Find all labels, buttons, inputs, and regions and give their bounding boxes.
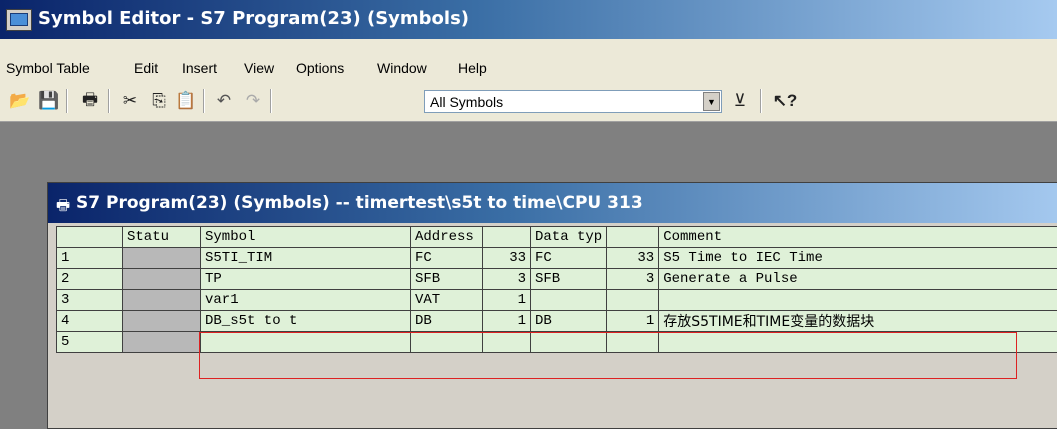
menu-view[interactable]: View xyxy=(244,60,274,76)
menu-options[interactable]: Options xyxy=(296,60,344,76)
printer-table-icon: 🖶 xyxy=(56,195,70,220)
toolbar-separator xyxy=(66,89,68,113)
address-cell[interactable]: DB xyxy=(411,311,483,332)
data-type-number-cell[interactable]: 3 xyxy=(607,269,659,290)
undo-icon[interactable]: ↶ xyxy=(213,90,235,112)
header-address[interactable]: Address xyxy=(411,227,483,248)
title-bar: Symbol Editor - S7 Program(23) (Symbols) xyxy=(0,0,1057,39)
help-icon[interactable]: ↖? xyxy=(774,90,796,112)
cut-icon[interactable]: ✂ xyxy=(119,90,141,112)
header-comment[interactable]: Comment xyxy=(659,227,1057,248)
header-address-number xyxy=(483,227,531,248)
print-icon[interactable]: 🖶 xyxy=(79,90,101,112)
row-number[interactable]: 5 xyxy=(57,332,123,353)
menu-edit[interactable]: Edit xyxy=(134,60,158,76)
child-title-bar: 🖶 S7 Program(23) (Symbols) -- timertest\… xyxy=(48,183,1057,223)
status-cell[interactable] xyxy=(123,332,201,353)
menu-insert[interactable]: Insert xyxy=(182,60,217,76)
data-type-number-cell[interactable] xyxy=(607,290,659,311)
header-data-type[interactable]: Data typ xyxy=(531,227,607,248)
data-type-cell[interactable]: SFB xyxy=(531,269,607,290)
status-cell[interactable] xyxy=(123,290,201,311)
address-number-cell[interactable]: 3 xyxy=(483,269,531,290)
toolbar-separator xyxy=(270,89,272,113)
row-number[interactable]: 2 xyxy=(57,269,123,290)
toolbar-separator xyxy=(760,89,762,113)
header-data-type-number xyxy=(607,227,659,248)
toolbar-separator xyxy=(203,89,205,113)
menu-symbol-table[interactable]: Symbol Table xyxy=(6,60,90,76)
header-symbol[interactable]: Symbol xyxy=(201,227,411,248)
window-title: Symbol Editor - S7 Program(23) (Symbols) xyxy=(38,8,469,29)
symbol-cell[interactable]: S5TI_TIM xyxy=(201,248,411,269)
data-type-cell[interactable] xyxy=(531,290,607,311)
menu-help[interactable]: Help xyxy=(458,60,487,76)
address-number-cell[interactable]: 1 xyxy=(483,311,531,332)
address-number-cell[interactable]: 33 xyxy=(483,248,531,269)
child-window-title: S7 Program(23) (Symbols) -- timertest\s5… xyxy=(76,193,643,213)
comment-cell[interactable]: S5 Time to IEC Time xyxy=(659,248,1057,269)
toolbar: 📂 💾 🖶 ✂ ⎘ 📋 ↶ ↷ All Symbols ▼ ⊻ ↖? xyxy=(0,81,1057,122)
data-type-number-cell[interactable]: 33 xyxy=(607,248,659,269)
address-number-cell[interactable]: 1 xyxy=(483,290,531,311)
menu-bar: Symbol Table Edit Insert View Options Wi… xyxy=(0,39,1057,82)
menu-window[interactable]: Window xyxy=(377,60,427,76)
data-type-cell[interactable]: FC xyxy=(531,248,607,269)
data-type-number-cell[interactable]: 1 xyxy=(607,311,659,332)
toolbar-separator xyxy=(108,89,110,113)
copy-icon[interactable]: ⎘ xyxy=(148,90,170,112)
paste-icon[interactable]: 📋 xyxy=(175,90,197,112)
row-number[interactable]: 3 xyxy=(57,290,123,311)
table-row[interactable]: 2 TP SFB 3 SFB 3 Generate a Pulse xyxy=(57,269,1057,290)
header-status[interactable]: Statu xyxy=(123,227,201,248)
data-type-cell[interactable]: DB xyxy=(531,311,607,332)
open-icon[interactable]: 📂 xyxy=(9,90,31,112)
redo-icon[interactable]: ↷ xyxy=(242,90,264,112)
filter-icon[interactable]: ⊻ xyxy=(729,90,751,112)
comment-cell[interactable] xyxy=(659,290,1057,311)
save-icon[interactable]: 💾 xyxy=(38,90,60,112)
table-row[interactable]: 4 DB_s5t to t DB 1 DB 1 存放S5TIME和TIME变量的… xyxy=(57,311,1057,332)
table-header-row: Statu Symbol Address Data typ Comment xyxy=(57,227,1057,248)
address-cell[interactable]: VAT xyxy=(411,290,483,311)
comment-cell[interactable]: Generate a Pulse xyxy=(659,269,1057,290)
symbol-filter-select[interactable]: All Symbols ▼ xyxy=(424,90,722,113)
symbol-filter-value: All Symbols xyxy=(430,94,503,110)
chevron-down-icon[interactable]: ▼ xyxy=(703,92,720,111)
header-row-number xyxy=(57,227,123,248)
address-cell[interactable]: FC xyxy=(411,248,483,269)
comment-cell[interactable]: 存放S5TIME和TIME变量的数据块 xyxy=(659,311,1057,332)
symbol-table-window: 🖶 S7 Program(23) (Symbols) -- timertest\… xyxy=(47,182,1057,429)
status-cell[interactable] xyxy=(123,269,201,290)
address-cell[interactable]: SFB xyxy=(411,269,483,290)
symbol-cell[interactable]: DB_s5t to t xyxy=(201,311,411,332)
symbol-cell[interactable]: TP xyxy=(201,269,411,290)
status-cell[interactable] xyxy=(123,248,201,269)
highlight-annotation-box xyxy=(199,332,1017,379)
symbol-cell[interactable]: var1 xyxy=(201,290,411,311)
status-cell[interactable] xyxy=(123,311,201,332)
row-number[interactable]: 4 xyxy=(57,311,123,332)
table-row[interactable]: 1 S5TI_TIM FC 33 FC 33 S5 Time to IEC Ti… xyxy=(57,248,1057,269)
symbol-editor-icon xyxy=(6,9,32,31)
row-number[interactable]: 1 xyxy=(57,248,123,269)
table-row[interactable]: 3 var1 VAT 1 xyxy=(57,290,1057,311)
